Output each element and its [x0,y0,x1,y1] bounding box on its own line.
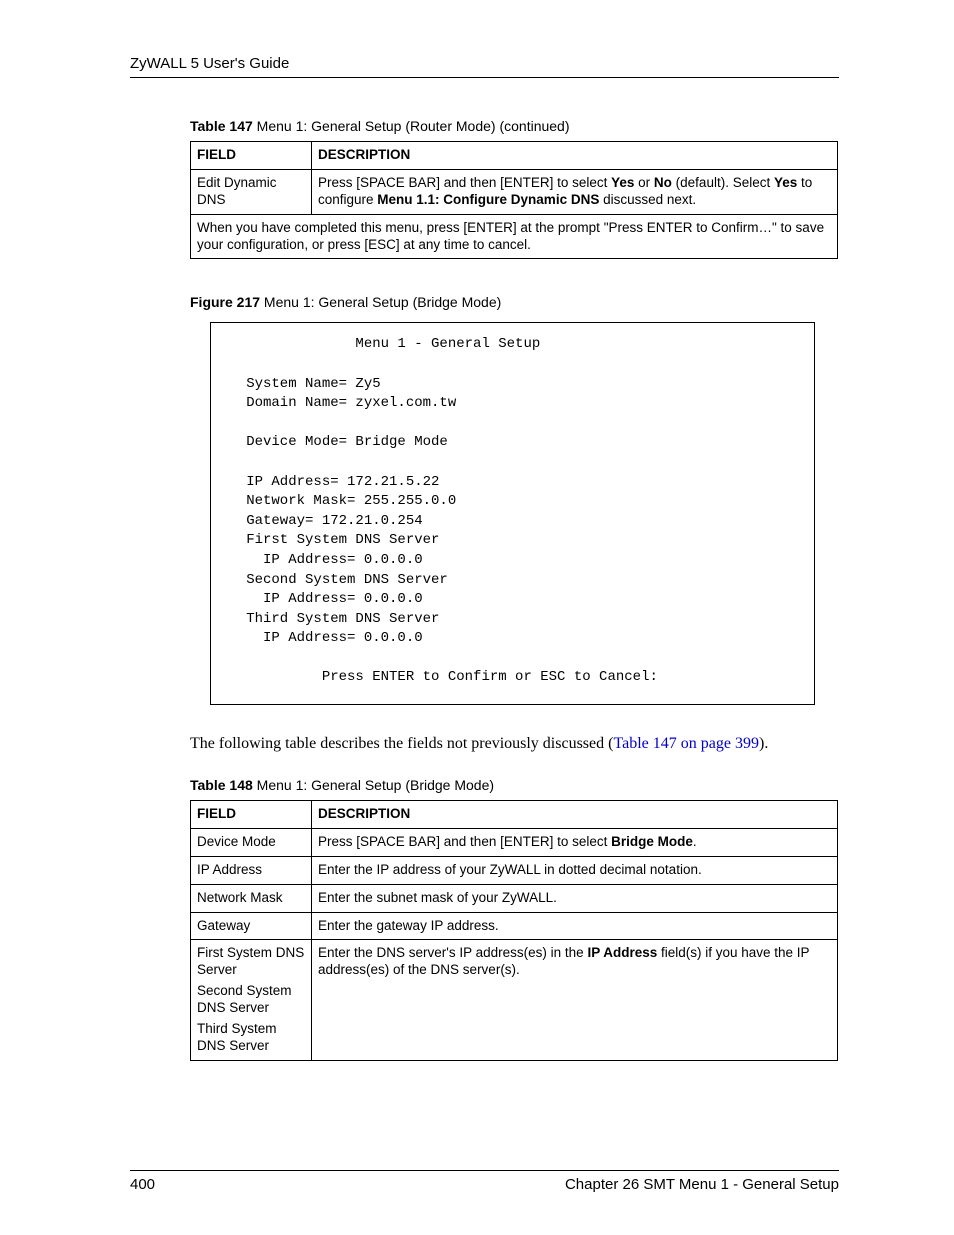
dns-server-label: Second System DNS Server [197,983,305,1017]
td-description: Enter the DNS server's IP address(es) in… [312,940,838,1060]
table-148-label: Table 148 [190,777,253,793]
desc-part: Press [SPACE BAR] and then [ENTER] to se… [318,834,611,849]
figure-217-label: Figure 217 [190,294,260,310]
desc-bold: Bridge Mode [611,834,693,849]
td-field: Network Mask [191,884,312,912]
td-field: Gateway [191,912,312,940]
chapter-title: Chapter 26 SMT Menu 1 - General Setup [565,1176,839,1193]
page-number: 400 [130,1176,155,1193]
figure-217-title: Menu 1: General Setup (Bridge Mode) [260,294,501,310]
dns-server-label: Third System DNS Server [197,1021,305,1055]
th-description: DESCRIPTION [312,801,838,829]
table-148-title: Menu 1: General Setup (Bridge Mode) [253,777,494,793]
desc-part: or [634,175,654,190]
table-147-label: Table 147 [190,118,253,134]
cross-reference-link[interactable]: Table 147 on page 399 [613,735,759,752]
desc-part: (default). Select [672,175,774,190]
desc-bold: No [654,175,672,190]
desc-bold: IP Address [587,945,657,960]
dns-server-label: First System DNS Server [197,945,305,979]
table-148: FIELD DESCRIPTION Device Mode Press [SPA… [190,800,838,1061]
desc-bold: Yes [611,175,634,190]
page-header: ZyWALL 5 User's Guide [130,55,839,78]
table-148-caption: Table 148 Menu 1: General Setup (Bridge … [190,777,839,793]
figure-217-caption: Figure 217 Menu 1: General Setup (Bridge… [190,294,839,310]
para-text: The following table describes the fields… [190,735,613,752]
td-footer-note: When you have completed this menu, press… [191,214,838,259]
table-147-caption: Table 147 Menu 1: General Setup (Router … [190,118,839,134]
desc-bold: Yes [774,175,797,190]
td-field-dns: First System DNS Server Second System DN… [191,940,312,1060]
table-147: FIELD DESCRIPTION Edit Dynamic DNS Press… [190,141,838,259]
desc-part: Press [SPACE BAR] and then [ENTER] to se… [318,175,611,190]
th-field: FIELD [191,801,312,829]
desc-part: . [693,834,697,849]
desc-bold: Menu 1.1: Configure Dynamic DNS [377,192,599,207]
td-description: Press [SPACE BAR] and then [ENTER] to se… [312,828,838,856]
td-field: Device Mode [191,828,312,856]
terminal-output: Menu 1 - General Setup System Name= Zy5 … [210,322,815,705]
td-description: Enter the IP address of your ZyWALL in d… [312,856,838,884]
th-field: FIELD [191,142,312,170]
td-description: Enter the subnet mask of your ZyWALL. [312,884,838,912]
td-field: IP Address [191,856,312,884]
page-footer: 400 Chapter 26 SMT Menu 1 - General Setu… [130,1170,839,1193]
table-147-title: Menu 1: General Setup (Router Mode) (con… [253,118,570,134]
th-description: DESCRIPTION [312,142,838,170]
intro-paragraph: The following table describes the fields… [190,735,839,753]
td-description: Press [SPACE BAR] and then [ENTER] to se… [312,169,838,214]
para-text: ). [759,735,768,752]
td-description: Enter the gateway IP address. [312,912,838,940]
desc-part: discussed next. [599,192,696,207]
desc-part: Enter the DNS server's IP address(es) in… [318,945,587,960]
td-field: Edit Dynamic DNS [191,169,312,214]
